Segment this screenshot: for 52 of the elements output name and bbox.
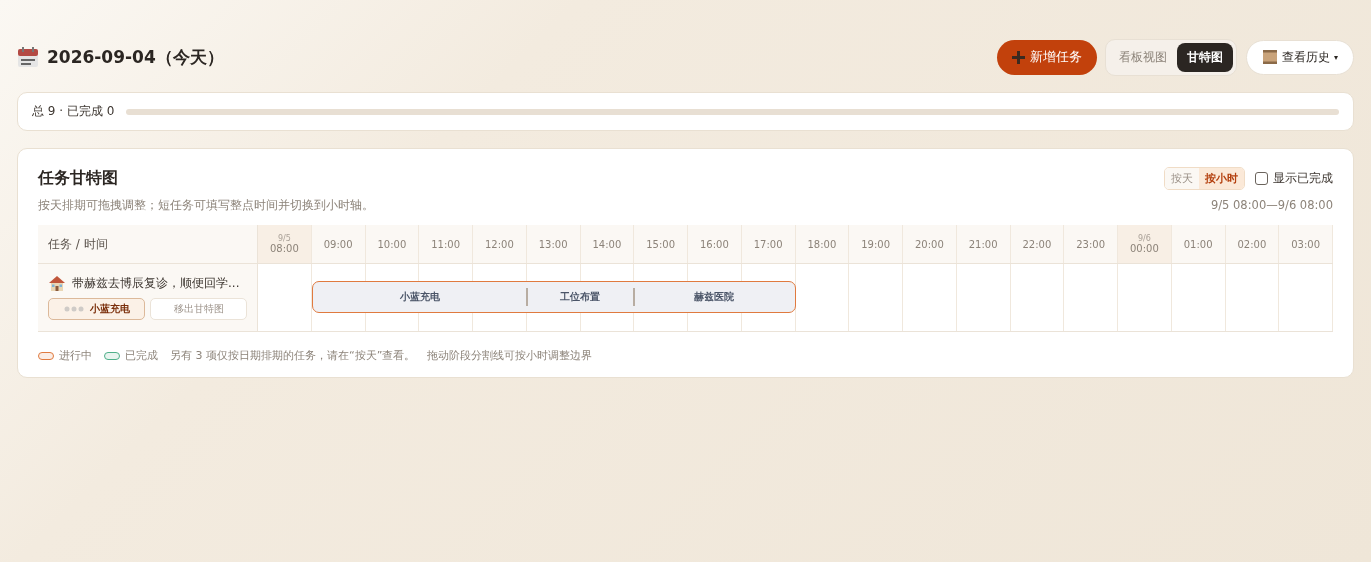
segment-label: 工位布置 [559,290,602,304]
hour-header: 20:00 [903,225,957,263]
legend-note: 拖动阶段分割线可按小时调整边界 [427,348,593,363]
column-header: 任务 / 时间 [38,225,258,263]
remove-button[interactable]: 移出甘特图 [150,298,247,320]
gantt-title: 任务甘特图 [38,168,119,189]
hour-header: 03:00 [1279,225,1333,263]
hour-header: 16:00 [688,225,742,263]
legend-note: 另有 3 项仅按日期排期的任务，请在“按天”查看。 [170,348,416,363]
hour-header: 10:00 [365,225,420,263]
dots-icon [63,306,84,312]
scale-tab[interactable]: 按小时 [1199,168,1244,189]
hour-header: 9/6 00:00 [1118,225,1172,263]
hour-header: 9/5 08:00 [258,225,312,263]
checkbox[interactable] [1255,172,1268,185]
hour-header: 11:00 [419,225,473,263]
time-range: 9/5 08:00—9/6 08:00 [1210,198,1333,213]
hour-header: 17:00 [741,225,796,263]
hour-header: 19:00 [849,225,903,263]
task-bar[interactable]: 小蓝充电 工位布置 赫兹医院 [311,281,796,313]
date-text: 2026-09-04（今天） [47,45,224,69]
plus-icon [1012,50,1025,64]
hour-header: 18:00 [795,225,850,263]
hour-header: 22:00 [1010,225,1065,263]
status-button[interactable]: 小蓝充电 [48,298,145,320]
segment-label: 赫兹医院 [693,290,736,304]
hour-header: 14:00 [580,225,635,263]
hour-header: 13:00 [526,225,581,263]
segment-label: 小蓝充电 [398,290,441,304]
hour-header: 09:00 [311,225,366,263]
scale-tab[interactable]: 按天 [1165,168,1199,189]
hour-header: 23:00 [1064,225,1118,263]
legend-label: 已完成 [125,348,158,363]
segment-handle[interactable] [633,288,636,306]
task-title: 带赫兹去博辰复诊，顺便回学... [72,274,240,292]
progress-label: 总 9 · 已完成 0 [32,103,115,120]
hour-header: 12:00 [473,225,527,263]
segment-handle[interactable] [525,288,528,306]
view-tab[interactable]: 甘特图 [1177,42,1233,72]
hour-header: 15:00 [634,225,688,263]
calendar-icon [17,46,39,68]
history-button[interactable]: 查看历史 ▾ [1246,39,1354,75]
add-task-button[interactable]: 新增任务 [997,39,1097,75]
legend-label: 进行中 [59,348,92,363]
checkbox-label: 显示已完成 [1273,170,1333,187]
hour-header: 01:00 [1171,225,1226,263]
gantt-subtitle: 按天排期可拖拽调整；短任务可填写整点时间并切换到小时轴。 [38,198,374,213]
scroll-icon [1262,49,1278,65]
hour-header: 21:00 [956,225,1011,263]
hour-header: 02:00 [1225,225,1280,263]
house-icon [48,274,66,292]
view-tab[interactable]: 看板视图 [1109,42,1177,72]
